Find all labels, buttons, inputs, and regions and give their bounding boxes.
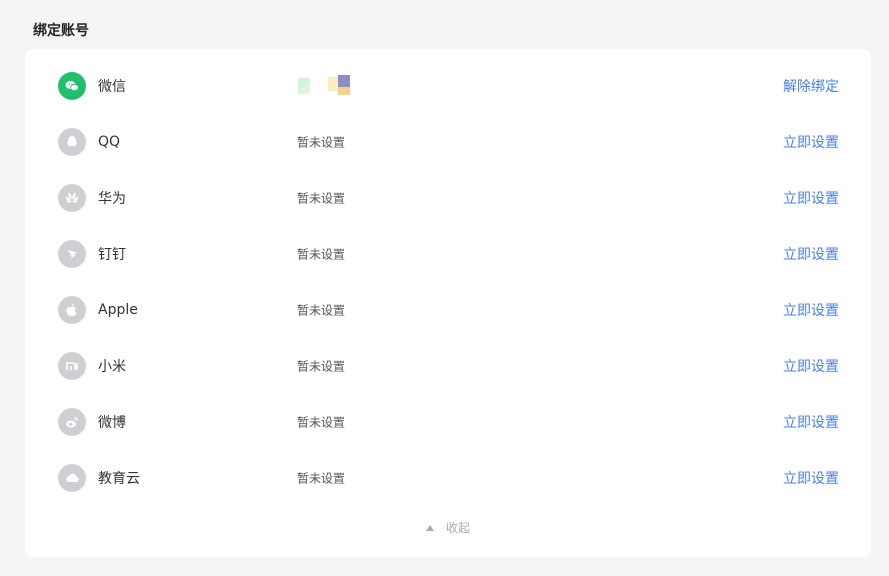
avatar-thumbnail	[298, 78, 310, 94]
avatar-image	[328, 75, 350, 97]
account-name: Apple	[98, 302, 138, 318]
status-text: 暂未设置	[297, 303, 346, 318]
setup-button[interactable]: 立即设置	[783, 300, 839, 320]
unbind-button[interactable]: 解除绑定	[783, 76, 839, 96]
huawei-icon	[58, 184, 86, 212]
status-text: 暂未设置	[297, 247, 346, 262]
account-row-qq: QQ 暂未设置 立即设置	[25, 114, 871, 170]
collapse-label: 收起	[445, 521, 470, 535]
status-text: 暂未设置	[297, 359, 346, 374]
account-name: 钉钉	[98, 247, 126, 263]
account-row-huawei: 华为 暂未设置 立即设置	[25, 170, 871, 226]
account-name: 教育云	[98, 471, 140, 487]
account-row-apple: Apple 暂未设置 立即设置	[25, 282, 871, 338]
setup-button[interactable]: 立即设置	[783, 468, 839, 488]
account-row-wechat: 微信 解除绑定	[25, 58, 871, 114]
account-row-dingtalk: 钉钉 暂未设置 立即设置	[25, 226, 871, 282]
account-name: 小米	[98, 359, 126, 375]
status-text: 暂未设置	[297, 191, 346, 206]
qq-icon	[58, 128, 86, 156]
dingtalk-icon	[58, 240, 86, 268]
wechat-icon	[58, 72, 86, 100]
account-row-xiaomi: 小米 暂未设置 立即设置	[25, 338, 871, 394]
status-text: 暂未设置	[297, 135, 346, 150]
setup-button[interactable]: 立即设置	[783, 132, 839, 152]
bound-accounts-card: 微信 解除绑定 QQ 暂未设置 立即设置 华为 暂未设置 立即设置 钉钉 暂未设…	[25, 49, 871, 557]
xiaomi-icon	[58, 352, 86, 380]
setup-button[interactable]: 立即设置	[783, 356, 839, 376]
account-row-weibo: 微博 暂未设置 立即设置	[25, 394, 871, 450]
section-title: 绑定账号	[33, 23, 89, 39]
cloud-icon	[58, 464, 86, 492]
collapse-button[interactable]: 收起	[25, 519, 871, 536]
weibo-icon	[58, 408, 86, 436]
account-name: 微博	[98, 415, 126, 431]
setup-button[interactable]: 立即设置	[783, 412, 839, 432]
status-text: 暂未设置	[297, 415, 346, 430]
account-name: QQ	[98, 134, 121, 150]
apple-icon	[58, 296, 86, 324]
caret-up-icon	[425, 524, 434, 531]
setup-button[interactable]: 立即设置	[783, 188, 839, 208]
bound-account-avatar	[298, 75, 350, 97]
status-text: 暂未设置	[297, 471, 346, 486]
setup-button[interactable]: 立即设置	[783, 244, 839, 264]
account-row-education-cloud: 教育云 暂未设置 立即设置	[25, 450, 871, 506]
account-name: 微信	[98, 79, 126, 95]
account-name: 华为	[98, 191, 126, 207]
